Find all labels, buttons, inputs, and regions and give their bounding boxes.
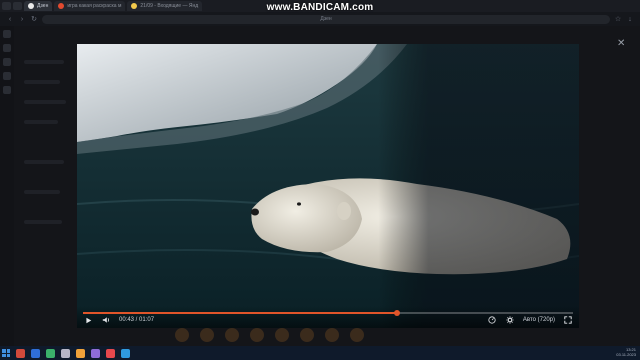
windows-taskbar: 13:21 03.11.2023 bbox=[0, 346, 640, 360]
video-frame bbox=[77, 44, 579, 328]
page-placeholder bbox=[24, 60, 64, 64]
page-placeholder bbox=[24, 120, 58, 124]
reaction-icon[interactable] bbox=[250, 328, 264, 342]
settings-gear-icon[interactable] bbox=[505, 315, 515, 325]
sidebar-bookmarks-icon[interactable] bbox=[3, 44, 11, 52]
reaction-icon[interactable] bbox=[225, 328, 239, 342]
page-placeholder bbox=[24, 220, 62, 224]
video-player[interactable]: 00:43 / 01:07 Авто (720p) bbox=[77, 44, 579, 328]
video-shade bbox=[77, 44, 579, 328]
forward-icon[interactable]: › bbox=[18, 16, 26, 23]
reload-icon[interactable]: ↻ bbox=[30, 15, 38, 23]
reaction-icon[interactable] bbox=[275, 328, 289, 342]
address-bar: ‹ › ↻ Дзен ☆ ↓ bbox=[0, 12, 640, 26]
windows-start-icon[interactable] bbox=[2, 349, 10, 357]
page-placeholder bbox=[24, 160, 64, 164]
progress-bar[interactable] bbox=[83, 310, 573, 316]
play-icon[interactable] bbox=[83, 315, 93, 325]
volume-icon[interactable] bbox=[101, 315, 111, 325]
taskbar-app-icon[interactable] bbox=[16, 348, 25, 358]
sidebar-home-icon[interactable] bbox=[3, 30, 11, 38]
page-placeholder bbox=[24, 100, 66, 104]
reaction-icon[interactable] bbox=[200, 328, 214, 342]
taskbar-app-icon[interactable] bbox=[121, 348, 130, 358]
time-display: 00:43 / 01:07 bbox=[119, 317, 154, 323]
sidebar-history-icon[interactable] bbox=[3, 58, 11, 66]
fullscreen-icon[interactable] bbox=[563, 315, 573, 325]
page-placeholder bbox=[24, 190, 60, 194]
sidebar-music-icon[interactable] bbox=[3, 86, 11, 94]
taskbar-app-icon[interactable] bbox=[31, 348, 40, 358]
bandicam-watermark: www.BANDICAM.com bbox=[266, 2, 374, 13]
taskbar-app-icon[interactable] bbox=[61, 348, 70, 358]
reaction-icon[interactable] bbox=[350, 328, 364, 342]
download-icon[interactable]: ↓ bbox=[626, 16, 634, 23]
player-controls: 00:43 / 01:07 Авто (720p) bbox=[77, 306, 579, 328]
taskbar-app-icon[interactable] bbox=[46, 348, 55, 358]
sidebar-mail-icon[interactable] bbox=[3, 72, 11, 80]
controls-row: 00:43 / 01:07 Авто (720p) bbox=[83, 315, 573, 325]
taskbar-app-icon[interactable] bbox=[106, 348, 115, 358]
url-field[interactable]: Дзен bbox=[42, 14, 610, 24]
reaction-icon[interactable] bbox=[325, 328, 339, 342]
bookmark-icon[interactable]: ☆ bbox=[614, 15, 622, 23]
system-clock[interactable]: 13:21 03.11.2023 bbox=[616, 347, 636, 357]
reaction-icon[interactable] bbox=[300, 328, 314, 342]
current-time: 00:43 bbox=[119, 317, 135, 323]
taskbar-app-icon[interactable] bbox=[91, 348, 100, 358]
close-icon[interactable]: ✕ bbox=[617, 38, 625, 49]
progress-fill bbox=[83, 312, 397, 314]
back-icon[interactable]: ‹ bbox=[6, 16, 14, 23]
quality-label[interactable]: Авто (720p) bbox=[523, 317, 555, 323]
clock-date: 03.11.2023 bbox=[616, 352, 636, 357]
page-placeholder bbox=[24, 80, 60, 84]
taskbar-app-icon[interactable] bbox=[76, 348, 85, 358]
browser-sidebar bbox=[0, 26, 14, 346]
speed-icon[interactable] bbox=[487, 315, 497, 325]
duration: 01:07 bbox=[139, 317, 155, 323]
reaction-icon[interactable] bbox=[175, 328, 189, 342]
reaction-row bbox=[175, 328, 364, 342]
